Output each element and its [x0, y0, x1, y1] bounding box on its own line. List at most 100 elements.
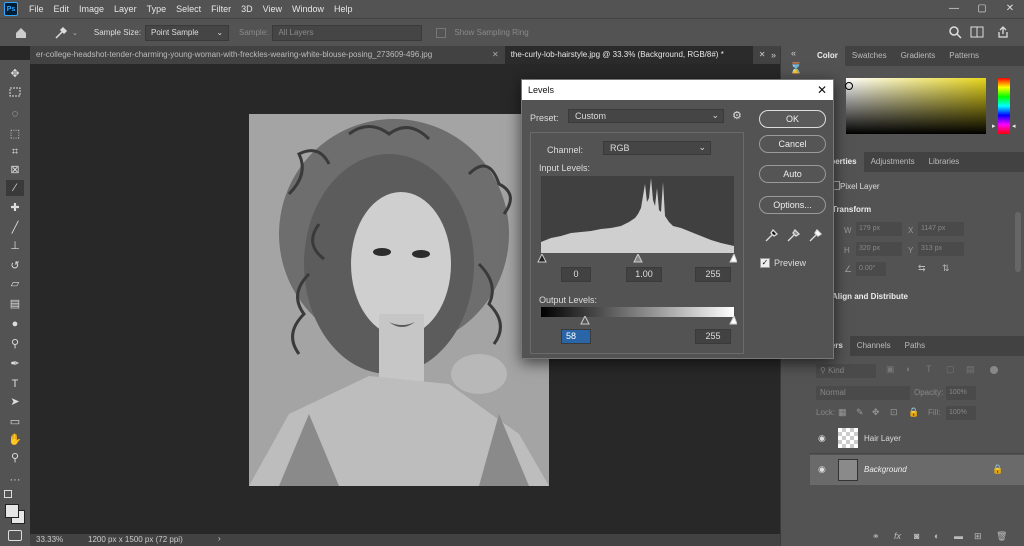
- more-tools-icon[interactable]: ···: [6, 472, 24, 488]
- eyedropper-tool-icon[interactable]: [54, 26, 68, 40]
- gray-eyedropper-icon[interactable]: [786, 228, 801, 243]
- type-tool-icon[interactable]: T: [6, 376, 24, 392]
- channel-select[interactable]: RGB ⌄: [603, 141, 711, 155]
- mask-icon[interactable]: ◙: [914, 531, 919, 541]
- eraser-tool-icon[interactable]: ▱: [6, 276, 24, 292]
- brush-tool-icon[interactable]: ╱: [6, 220, 24, 236]
- y-field[interactable]: 313 px: [918, 242, 964, 256]
- zoom-level[interactable]: 33.33%: [36, 535, 63, 544]
- fill-field[interactable]: 100%: [946, 406, 976, 420]
- filter-smart-icon[interactable]: ▤: [966, 364, 975, 375]
- tab-close-icon[interactable]: ✕: [492, 46, 499, 64]
- input-white-field[interactable]: 255: [695, 267, 731, 282]
- foreground-color-swatch[interactable]: [5, 504, 19, 518]
- preset-options-gear-icon[interactable]: ⚙: [732, 109, 742, 122]
- home-icon[interactable]: [14, 26, 28, 40]
- double-chevron-icon[interactable]: »: [771, 46, 776, 64]
- history-brush-icon[interactable]: ↺: [6, 258, 24, 274]
- zoom-tool-icon[interactable]: ⚲: [6, 450, 24, 466]
- menu-window[interactable]: Window: [287, 0, 329, 18]
- lock-image-icon[interactable]: ✎: [856, 407, 864, 418]
- input-black-field[interactable]: 0: [561, 267, 591, 282]
- menu-file[interactable]: File: [24, 0, 49, 18]
- height-field[interactable]: 320 px: [856, 242, 902, 256]
- menu-layer[interactable]: Layer: [109, 0, 142, 18]
- filter-shape-icon[interactable]: ▢: [946, 364, 955, 375]
- lasso-tool-icon[interactable]: ◌: [6, 106, 24, 122]
- cancel-button[interactable]: Cancel: [759, 135, 826, 153]
- delete-layer-icon[interactable]: 🗑: [996, 531, 1007, 542]
- tab-paths[interactable]: Paths: [898, 336, 932, 356]
- output-black-field[interactable]: 58: [561, 329, 591, 344]
- tab-libraries[interactable]: Libraries: [922, 152, 967, 172]
- hue-slider[interactable]: [998, 78, 1010, 134]
- clone-stamp-icon[interactable]: ⊥: [6, 238, 24, 254]
- white-eyedropper-icon[interactable]: [808, 228, 823, 243]
- black-eyedropper-icon[interactable]: [764, 228, 779, 243]
- search-icon[interactable]: [948, 25, 962, 39]
- preset-select[interactable]: Custom ⌄: [568, 109, 724, 123]
- filter-toggle[interactable]: [990, 366, 998, 374]
- scrollbar[interactable]: [1015, 212, 1021, 272]
- menu-filter[interactable]: Filter: [206, 0, 236, 18]
- crop-tool-icon[interactable]: ⌗: [6, 144, 24, 160]
- rectangle-tool-icon[interactable]: ▭: [6, 414, 24, 430]
- lock-position-icon[interactable]: ✥: [872, 407, 880, 418]
- gradient-tool-icon[interactable]: ▤: [6, 296, 24, 312]
- output-slider[interactable]: [537, 316, 737, 326]
- group-icon[interactable]: ▬: [954, 531, 963, 541]
- tab-gradients[interactable]: Gradients: [894, 46, 943, 66]
- opacity-field[interactable]: 100%: [946, 386, 976, 400]
- blend-mode-select[interactable]: Normal: [816, 386, 910, 400]
- flip-vertical-icon[interactable]: ⇅: [942, 263, 950, 274]
- preview-checkbox[interactable]: ✓: [760, 258, 770, 268]
- maximize-button[interactable]: ▢: [968, 0, 996, 18]
- tab-curly-lob[interactable]: the-curly-lob-hairstyle.jpg @ 33.3% (Bac…: [504, 46, 753, 64]
- sample-select[interactable]: All Layers: [272, 24, 423, 41]
- auto-button[interactable]: Auto: [759, 165, 826, 183]
- menu-help[interactable]: Help: [329, 0, 358, 18]
- menu-select[interactable]: Select: [171, 0, 206, 18]
- filter-adjustment-icon[interactable]: ◐: [906, 364, 911, 374]
- pen-tool-icon[interactable]: ✒: [6, 356, 24, 372]
- hand-tool-icon[interactable]: ✋: [6, 432, 24, 448]
- tab-channels[interactable]: Channels: [850, 336, 898, 356]
- eye-icon[interactable]: ◉: [818, 464, 826, 475]
- input-slider[interactable]: [537, 254, 737, 264]
- levels-title-bar[interactable]: Levels ✕: [522, 80, 833, 100]
- menu-image[interactable]: Image: [74, 0, 109, 18]
- menu-view[interactable]: View: [258, 0, 287, 18]
- menu-3d[interactable]: 3D: [236, 0, 258, 18]
- menu-type[interactable]: Type: [142, 0, 172, 18]
- tab-patterns[interactable]: Patterns: [942, 46, 986, 66]
- options-button[interactable]: Options...: [759, 196, 826, 214]
- lock-artboard-icon[interactable]: ⊡: [890, 407, 898, 418]
- fx-icon[interactable]: fx: [894, 531, 901, 541]
- history-panel-icon[interactable]: ⌛: [789, 62, 803, 75]
- width-field[interactable]: 179 px: [856, 222, 902, 236]
- eyedropper-icon[interactable]: ⁄: [6, 180, 24, 196]
- filter-pixel-icon[interactable]: ▣: [886, 364, 895, 375]
- tab-color[interactable]: Color: [810, 46, 845, 66]
- blur-tool-icon[interactable]: ●: [6, 316, 24, 332]
- show-sampling-ring-checkbox[interactable]: [436, 27, 447, 38]
- path-select-icon[interactable]: ➤: [6, 394, 24, 410]
- frame-tool-icon[interactable]: ⊠: [6, 162, 24, 178]
- chevron-right-icon[interactable]: ›: [218, 534, 221, 543]
- workspace-icon[interactable]: [970, 25, 984, 39]
- close-icon[interactable]: ✕: [817, 80, 827, 100]
- ok-button[interactable]: OK: [759, 110, 826, 128]
- layer-row-background[interactable]: ◉ Background 🔒: [810, 455, 1024, 485]
- filter-type-icon[interactable]: T: [926, 364, 932, 374]
- angle-field[interactable]: 0.00°: [856, 262, 886, 276]
- lock-pixels-icon[interactable]: ▦: [838, 407, 847, 418]
- close-window-button[interactable]: ✕: [996, 0, 1024, 18]
- lock-all-icon[interactable]: 🔒: [908, 407, 919, 418]
- tab-swatches[interactable]: Swatches: [845, 46, 894, 66]
- new-layer-icon[interactable]: ⊞: [974, 531, 982, 542]
- eye-icon[interactable]: ◉: [818, 433, 826, 444]
- output-white-field[interactable]: 255: [695, 329, 731, 344]
- menu-edit[interactable]: Edit: [49, 0, 75, 18]
- quick-mask-icon[interactable]: [8, 530, 22, 541]
- input-gamma-field[interactable]: 1.00: [626, 267, 662, 282]
